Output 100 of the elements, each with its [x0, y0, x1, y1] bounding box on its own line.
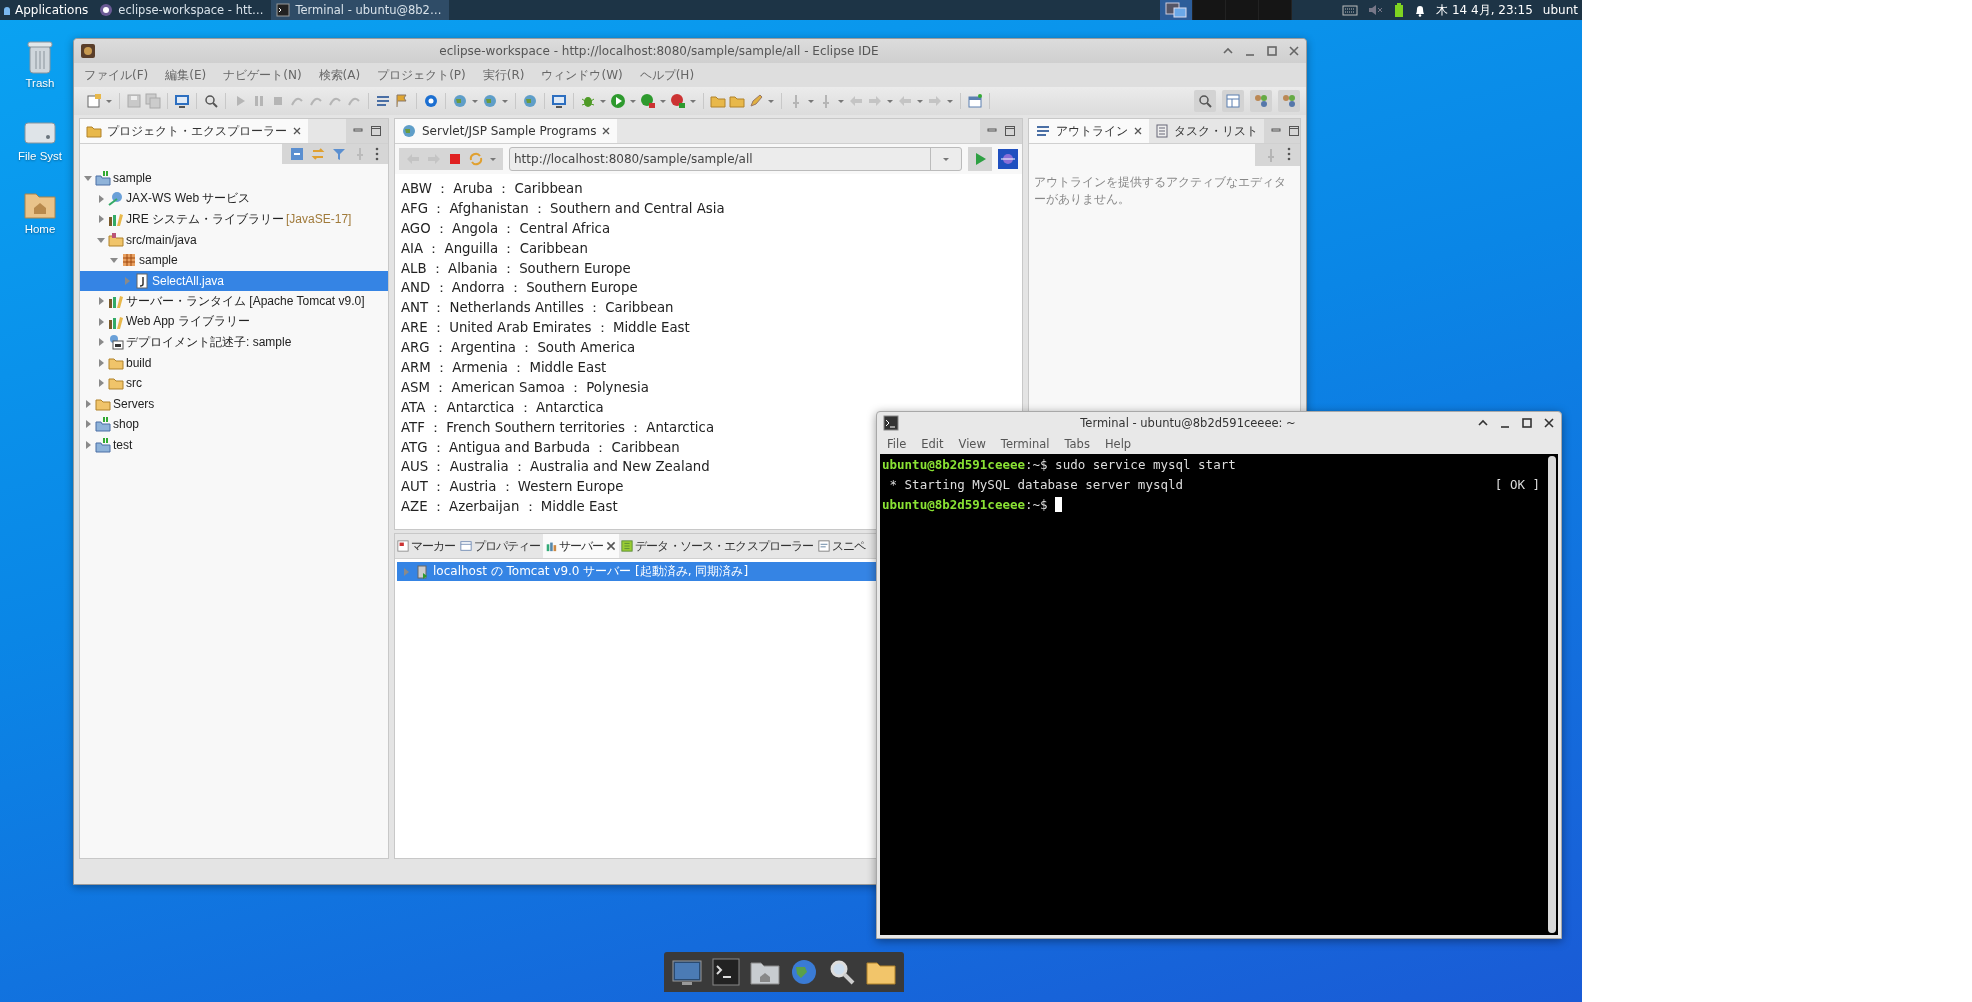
globe-icon[interactable] [482, 93, 498, 109]
globe-icon[interactable] [452, 93, 468, 109]
menu-item[interactable]: View [958, 437, 986, 451]
taskbar-button[interactable]: eclipse-workspace - htt… [94, 0, 272, 20]
maximize-icon[interactable] [1004, 125, 1016, 137]
clock[interactable]: 木 14 4月, 23:15 [1436, 1, 1533, 19]
collapsed-arrow-icon[interactable] [96, 316, 106, 327]
view-tab[interactable]: マーカー [395, 534, 458, 558]
collapsed-arrow-icon[interactable] [83, 398, 93, 409]
close-icon[interactable] [601, 126, 612, 136]
url-field[interactable]: http://localhost:8080/sample/sample/all [509, 147, 962, 171]
close-icon[interactable] [292, 126, 302, 136]
tree-item[interactable]: test [80, 434, 388, 455]
search-icon[interactable] [1197, 93, 1213, 109]
workspace-switcher[interactable] [1259, 0, 1293, 20]
perspective-icon[interactable] [1281, 93, 1297, 109]
stop-icon[interactable] [447, 151, 463, 167]
menu-item[interactable]: ファイル(F) [84, 66, 149, 84]
monitor-icon[interactable] [174, 93, 190, 109]
menu-item[interactable]: プロジェクト(P) [377, 66, 466, 84]
globe-icon[interactable] [401, 123, 417, 139]
new-file-icon[interactable] [86, 93, 102, 109]
editor-tab[interactable]: Servlet/JSP Sample Programs [395, 119, 618, 143]
run-icon[interactable] [640, 93, 656, 109]
server-row[interactable]: localhost の Tomcat v9.0 サーバー [起動済み, 同期済み] [397, 562, 876, 581]
menu-item[interactable]: 実行(R) [482, 66, 525, 84]
search-icon[interactable] [828, 958, 856, 986]
collapsed-arrow-icon[interactable] [83, 419, 93, 430]
maximize-icon[interactable] [370, 125, 382, 137]
tree-item[interactable]: デプロイメント記述子: sample [80, 332, 388, 353]
scrollbar[interactable] [1548, 456, 1556, 933]
flag-icon[interactable] [394, 93, 410, 109]
collapse-icon[interactable] [290, 147, 304, 161]
tree-item[interactable]: sample [80, 250, 388, 271]
tree-item[interactable]: sample [80, 168, 388, 189]
perspective-icon[interactable] [1253, 93, 1269, 109]
globe-icon[interactable] [790, 958, 818, 986]
taskbar-button[interactable]: Terminal - ubuntu@8b2… [271, 0, 450, 20]
menu-item[interactable]: 編集(E) [165, 66, 207, 84]
globe-icon[interactable] [522, 93, 538, 109]
bell-icon[interactable] [1414, 3, 1427, 17]
collapsed-arrow-icon[interactable] [96, 214, 106, 225]
tree-item[interactable]: shop [80, 414, 388, 435]
workspace-switcher[interactable] [1160, 0, 1194, 20]
tree-item[interactable]: Web App ライブラリー [80, 311, 388, 332]
perspective-icon[interactable] [1225, 93, 1241, 109]
close-icon[interactable] [1133, 126, 1143, 136]
workspace-switcher[interactable] [1193, 0, 1227, 20]
view-tab[interactable]: プロジェクト・エクスプローラー [80, 119, 308, 143]
keyboard-icon[interactable] [1342, 4, 1359, 16]
view-tab[interactable]: スニペ [815, 534, 867, 558]
menu-item[interactable]: File [887, 437, 907, 451]
maximize-icon[interactable] [1288, 125, 1300, 137]
collapsed-arrow-icon[interactable] [96, 378, 106, 389]
applications-menu[interactable]: Applications [0, 0, 95, 20]
collapsed-arrow-icon[interactable] [96, 337, 106, 348]
menu-item[interactable]: ウィンドウ(W) [541, 66, 623, 84]
menu-item[interactable]: ヘルプ(H) [639, 66, 695, 84]
close-icon[interactable] [1543, 417, 1555, 429]
terminal-icon[interactable] [712, 958, 740, 986]
view-tab[interactable]: データ・ソース・エクスプローラー [619, 534, 816, 558]
monitor-icon[interactable] [551, 93, 567, 109]
browser-icon[interactable] [998, 149, 1018, 169]
user-menu[interactable]: ubunt [1542, 3, 1578, 17]
search-icon[interactable] [203, 93, 219, 109]
list-icon[interactable] [375, 93, 391, 109]
trash-icon[interactable] [25, 40, 55, 74]
menu-item[interactable]: Terminal [1000, 437, 1050, 451]
menu-item[interactable]: Edit [921, 437, 944, 451]
window-icon[interactable] [967, 93, 983, 109]
pencil-icon[interactable] [748, 93, 764, 109]
filter-icon[interactable] [332, 147, 346, 161]
close-icon[interactable] [605, 540, 618, 552]
run-icon[interactable] [670, 93, 686, 109]
view-tab[interactable]: タスク・リスト [1149, 119, 1264, 143]
save-icon[interactable] [126, 93, 142, 109]
tree-item[interactable]: build [80, 352, 388, 373]
tree-item[interactable]: Servers [80, 393, 388, 414]
collapsed-arrow-icon[interactable] [96, 296, 106, 307]
workspace-switcher[interactable] [1226, 0, 1260, 20]
list-icon[interactable] [1035, 123, 1051, 139]
menu-item[interactable]: 検索(A) [318, 66, 361, 84]
collapsed-arrow-icon[interactable] [96, 193, 106, 204]
tree-item[interactable]: サーバー・ランタイム [Apache Tomcat v9.0] [80, 291, 388, 312]
tree-item[interactable]: src/main/java [80, 229, 388, 250]
tree-item[interactable]: JRE システム・ライブラリー [JavaSE-17] [80, 209, 388, 230]
menu-item[interactable]: ナビゲート(N) [223, 66, 302, 84]
view-tab[interactable]: アウトライン [1029, 119, 1149, 143]
desktop-icon[interactable] [672, 958, 702, 986]
muted-speaker-icon[interactable] [1368, 4, 1385, 16]
maximize-icon[interactable] [1521, 417, 1533, 429]
more-icon[interactable] [374, 147, 380, 161]
collapsed-arrow-icon[interactable] [83, 439, 93, 450]
menu-item[interactable]: Help [1104, 437, 1132, 451]
view-tab[interactable]: サーバー [542, 534, 620, 558]
battery-icon[interactable] [1394, 3, 1405, 17]
menu-item[interactable]: Tabs [1064, 437, 1090, 451]
tree-item[interactable]: JAX-WS Web サービス [80, 188, 388, 209]
run-icon[interactable] [610, 93, 626, 109]
view-tab[interactable]: プロパティー [457, 534, 543, 558]
